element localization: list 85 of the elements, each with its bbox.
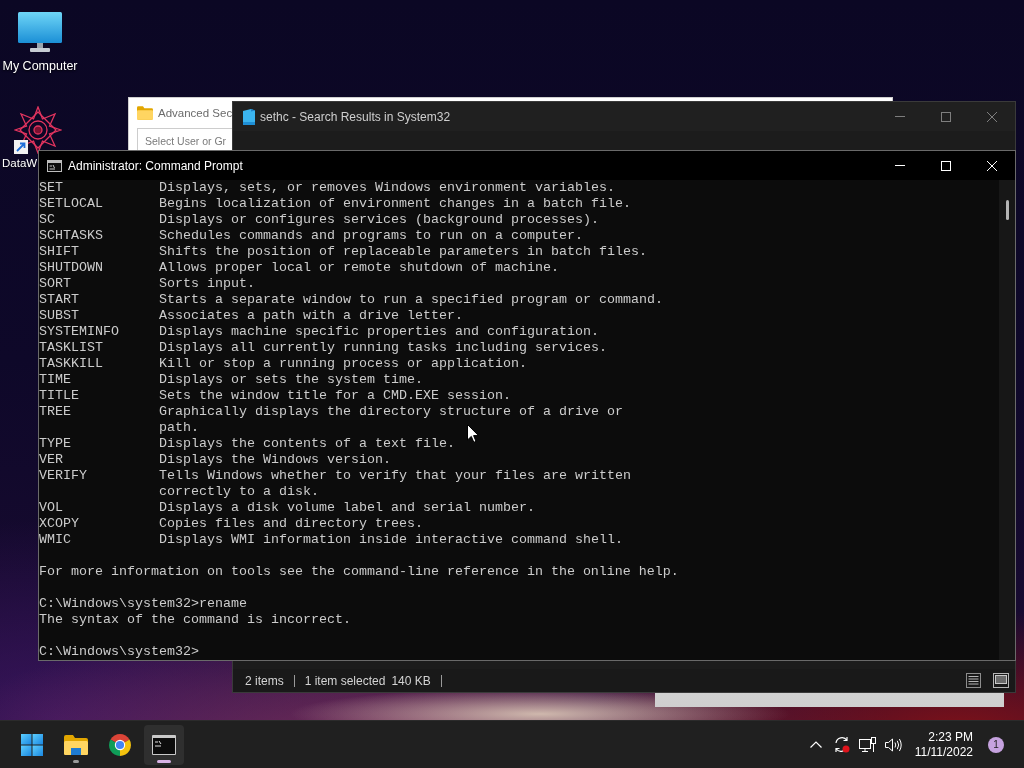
command-description: Displays or sets the system time. — [159, 372, 423, 388]
command-description: Starts a separate window to run a specified program or command. — [159, 292, 663, 308]
round-logo-icon — [108, 732, 132, 757]
command-description: Sets the window title for a CMD.EXE session. — [159, 388, 511, 404]
item-count: 2 items — [245, 673, 284, 688]
command-description: Displays machine specific properties and configuration. — [159, 324, 599, 340]
desktop-icon-label[interactable]: DataW — [2, 156, 38, 170]
file-icon — [243, 108, 255, 125]
desktop-icon-label[interactable]: My Computer — [2, 59, 78, 73]
command-name: SORT — [39, 276, 71, 292]
command-description: path. — [159, 420, 199, 436]
command-name: TYPE — [39, 436, 71, 452]
command-description: Schedules commands and programs to run on a computer. — [159, 228, 583, 244]
command-name: TITLE — [39, 388, 79, 404]
console-icon — [152, 734, 176, 755]
command-name: SUBST — [39, 308, 79, 324]
command-description: Associates a path with a drive letter. — [159, 308, 463, 324]
command-name: SHUTDOWN — [39, 260, 103, 276]
command-description: Displays the Windows version. — [159, 452, 391, 468]
scrollbar-thumb[interactable] — [1005, 200, 1009, 220]
command-name: VER — [39, 452, 63, 468]
four-squares-icon — [21, 733, 43, 756]
command-description: Displays, sets, or removes Windows environment variables. — [159, 180, 615, 196]
maximize-icon — [941, 160, 951, 171]
command-description: Copies files and directory trees. — [159, 516, 423, 532]
command-description: Displays all currently running tasks including services. — [159, 340, 607, 356]
command-description: Graphically displays the directory structure of a drive or — [159, 404, 623, 420]
taskbar-app-button[interactable] — [144, 724, 184, 765]
clock-date: 11/11/2022 — [914, 744, 973, 760]
command-name: TIME — [39, 372, 71, 388]
network-icon[interactable] — [859, 736, 877, 753]
command-name: VERIFY — [39, 468, 87, 484]
thumbnail-view-icon[interactable] — [993, 673, 1009, 688]
command-name: SETLOCAL — [39, 196, 103, 212]
command-description: Displays the contents of a text file. — [159, 436, 455, 452]
console-line: C:\Windows\system32> — [39, 644, 199, 660]
command-description: Sorts input. — [159, 276, 255, 292]
star-emblem-icon[interactable] — [14, 106, 62, 154]
window-title: Advanced Sec — [158, 106, 233, 119]
console-line: For more information on tools see the command-line reference in the online help. — [39, 564, 679, 580]
command-description: Tells Windows whether to verify that your files are written — [159, 468, 631, 484]
command-name: WMIC — [39, 532, 71, 548]
command-description: Kill or stop a running process or application. — [159, 356, 527, 372]
command-description: Displays a disk volume label and serial number. — [159, 500, 535, 516]
clock-time: 2:23 PM — [928, 729, 973, 745]
chevron-up-icon[interactable] — [809, 741, 822, 748]
command-description: Displays or configures services (background processes). — [159, 212, 599, 228]
command-description: correctly to a disk. — [159, 484, 319, 500]
command-name: SHIFT — [39, 244, 79, 260]
mouse-cursor-icon — [467, 424, 479, 443]
folder-icon — [64, 734, 88, 755]
selection-count: 1 item selected — [304, 673, 386, 688]
command-description: Displays WMI information inside interactive command shell. — [159, 532, 623, 548]
console-line: The syntax of the command is incorrect. — [39, 612, 351, 628]
command-name: SCHTASKS — [39, 228, 103, 244]
command-name: TASKKILL — [39, 356, 103, 372]
command-name: SYSTEMINFO — [39, 324, 119, 340]
command-name: XCOPY — [39, 516, 79, 532]
clock[interactable]: 2:23 PM 11/11/2022 — [914, 729, 973, 760]
maximize-icon — [941, 111, 951, 122]
command-name: VOL — [39, 500, 63, 516]
command-description: Begins localization of environment changes in a batch file. — [159, 196, 631, 212]
command-name: TREE — [39, 404, 71, 420]
selection-size: 140 KB — [391, 673, 431, 688]
command-description: Shifts the position of replaceable parameters in batch files. — [159, 244, 647, 260]
folder-icon — [137, 105, 153, 120]
scrollbar[interactable] — [999, 180, 1015, 660]
window-title: Administrator: Command Prompt — [68, 158, 243, 173]
console-icon — [47, 159, 62, 172]
command-name: START — [39, 292, 79, 308]
sync-icon[interactable] — [832, 736, 851, 753]
command-name: SC — [39, 212, 55, 228]
console-line: C:\Windows\system32>rename — [39, 596, 247, 612]
command-name: SET — [39, 180, 63, 196]
minimize-icon — [895, 116, 905, 117]
notification-badge[interactable]: 1 — [988, 736, 1004, 753]
speaker-icon[interactable] — [885, 737, 903, 752]
close-icon — [987, 160, 997, 171]
command-description: Allows proper local or remote shutdown of machine. — [159, 260, 559, 276]
window-title: sethc - Search Results in System32 — [260, 109, 451, 124]
command-name: TASKLIST — [39, 340, 103, 356]
close-icon — [987, 111, 997, 122]
monitor-icon[interactable] — [18, 12, 62, 52]
minimize-icon — [895, 165, 905, 166]
details-view-icon[interactable] — [966, 673, 981, 688]
